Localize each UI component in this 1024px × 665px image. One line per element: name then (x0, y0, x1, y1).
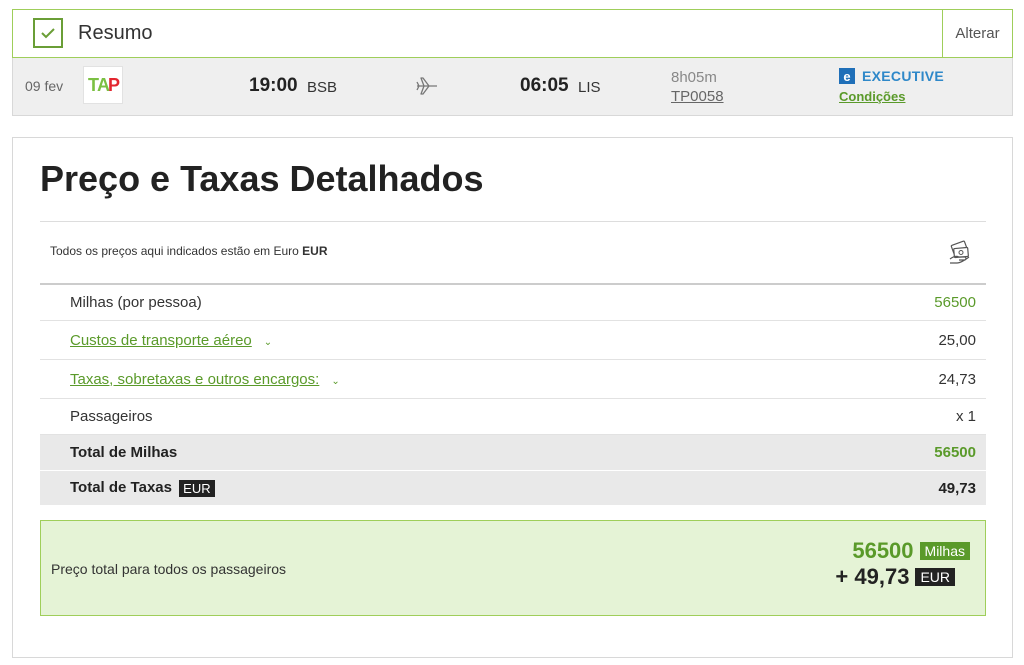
price-details-card: Preço e Taxas Detalhados Todos os preços… (12, 137, 1013, 658)
edit-button[interactable]: Alterar (942, 9, 1012, 58)
row-total-taxes: Total de Taxas EUR 49,73 (40, 471, 986, 506)
total-taxes: + 49,73 EUR (835, 564, 955, 590)
row-label: Passageiros (70, 408, 153, 425)
plane-icon (416, 77, 437, 95)
money-icon (949, 240, 970, 264)
cabin-label: EXECUTIVE (862, 68, 945, 84)
row-total-miles: Total de Milhas 56500 (40, 435, 986, 471)
flight-row: 09 fev TAP 19:00 BSB 06:05 LIS 8h05m TP0… (12, 58, 1013, 116)
airline-logo: TAP (83, 66, 123, 104)
row-label: Milhas (por pessoa) (70, 294, 202, 311)
price-table: Milhas (por pessoa) 56500 Custos de tran… (40, 285, 986, 506)
executive-icon: e (839, 68, 855, 84)
arrival-time: 06:05 (520, 75, 569, 96)
row-value: 25,00 (938, 331, 976, 349)
total-price-box: Preço total para todos os passageiros 56… (40, 520, 986, 616)
chevron-down-icon: ⌄ (263, 336, 273, 348)
row-value: 56500 (934, 444, 976, 461)
departure-code: BSB (307, 79, 338, 96)
departure-time: 19:00 (249, 75, 298, 96)
row-value: x 1 (955, 408, 976, 425)
row-label: Total de Milhas (70, 444, 178, 461)
row-value: 49,73 (938, 479, 976, 497)
miles-badge: Milhas (919, 542, 970, 560)
flight-date: 09 fev (25, 78, 64, 94)
total-miles: 56500 Milhas (852, 538, 970, 564)
currency-tag: EUR (179, 479, 215, 497)
checkmark-icon (33, 18, 63, 48)
currency-badge: EUR (915, 568, 955, 586)
summary-title: Resumo (78, 22, 153, 44)
divider (40, 221, 986, 222)
row-value: 24,73 (938, 370, 976, 388)
row-label: Total de Taxas EUR (70, 479, 215, 497)
chevron-down-icon: ⌄ (331, 375, 340, 387)
flight-duration: 8h05m (671, 69, 717, 86)
row-miles-per-person: Milhas (por pessoa) 56500 (40, 285, 986, 321)
row-value: 56500 (934, 294, 976, 311)
row-passengers: Passageiros x 1 (40, 399, 986, 435)
flight-number-link[interactable]: TP0058 (671, 88, 724, 105)
row-transport-costs: Custos de transporte aéreo ⌄ 25,00 (40, 321, 986, 360)
taxes-fees-toggle[interactable]: Taxas, sobretaxas e outros encargos: ⌄ (70, 371, 340, 388)
currency-note: Todos os preços aqui indicados estão em … (50, 244, 328, 258)
conditions-link[interactable]: Condições (839, 89, 905, 104)
transport-costs-toggle[interactable]: Custos de transporte aéreo ⌄ (70, 332, 272, 349)
summary-header: Resumo Alterar (12, 9, 1013, 58)
cabin-class: e EXECUTIVE (839, 68, 944, 84)
row-taxes-fees: Taxas, sobretaxas e outros encargos: ⌄ 24… (40, 360, 986, 399)
total-label: Preço total para todos os passageiros (51, 561, 287, 577)
arrival-code: LIS (578, 79, 601, 96)
page-title: Preço e Taxas Detalhados (40, 158, 484, 199)
